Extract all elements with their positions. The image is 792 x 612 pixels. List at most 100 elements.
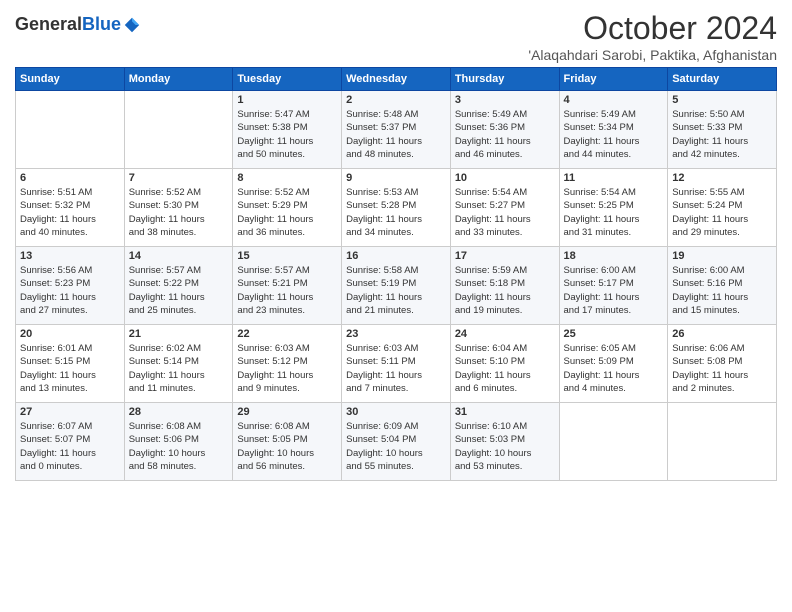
cell-line: and 0 minutes. bbox=[20, 460, 120, 473]
cell-line: Daylight: 11 hours bbox=[455, 291, 555, 304]
day-number: 15 bbox=[237, 250, 337, 262]
header-cell-tuesday: Tuesday bbox=[233, 68, 342, 91]
cell-line: Daylight: 10 hours bbox=[129, 447, 229, 460]
cell-line: Sunset: 5:24 PM bbox=[672, 199, 772, 212]
cell-line: Sunset: 5:11 PM bbox=[346, 355, 446, 368]
cell-line: Daylight: 11 hours bbox=[564, 291, 664, 304]
subtitle: 'Alaqahdari Sarobi, Paktika, Afghanistan bbox=[528, 47, 777, 63]
logo: GeneralBlue bbox=[15, 14, 141, 35]
cell-line: Sunset: 5:18 PM bbox=[455, 277, 555, 290]
cell-line: Sunset: 5:09 PM bbox=[564, 355, 664, 368]
day-number: 2 bbox=[346, 94, 446, 106]
calendar-cell: 15Sunrise: 5:57 AMSunset: 5:21 PMDayligh… bbox=[233, 247, 342, 325]
cell-line: Sunrise: 5:55 AM bbox=[672, 186, 772, 199]
calendar-cell: 21Sunrise: 6:02 AMSunset: 5:14 PMDayligh… bbox=[124, 325, 233, 403]
cell-line: and 19 minutes. bbox=[455, 304, 555, 317]
header-cell-saturday: Saturday bbox=[668, 68, 777, 91]
cell-line: and 40 minutes. bbox=[20, 226, 120, 239]
calendar-cell: 10Sunrise: 5:54 AMSunset: 5:27 PMDayligh… bbox=[450, 169, 559, 247]
calendar-cell bbox=[16, 91, 125, 169]
cell-line: Daylight: 11 hours bbox=[455, 213, 555, 226]
cell-line: Sunset: 5:12 PM bbox=[237, 355, 337, 368]
cell-line: and 27 minutes. bbox=[20, 304, 120, 317]
cell-line: and 56 minutes. bbox=[237, 460, 337, 473]
day-number: 26 bbox=[672, 328, 772, 340]
cell-line: Daylight: 11 hours bbox=[672, 213, 772, 226]
logo-icon bbox=[123, 16, 141, 34]
cell-line: Sunset: 5:19 PM bbox=[346, 277, 446, 290]
cell-line: Sunrise: 6:03 AM bbox=[237, 342, 337, 355]
cell-line: Sunrise: 6:06 AM bbox=[672, 342, 772, 355]
calendar-cell: 22Sunrise: 6:03 AMSunset: 5:12 PMDayligh… bbox=[233, 325, 342, 403]
cell-line: Sunrise: 6:00 AM bbox=[564, 264, 664, 277]
day-number: 20 bbox=[20, 328, 120, 340]
day-number: 9 bbox=[346, 172, 446, 184]
cell-line: Daylight: 11 hours bbox=[455, 135, 555, 148]
cell-line: and 21 minutes. bbox=[346, 304, 446, 317]
day-number: 11 bbox=[564, 172, 664, 184]
calendar-cell: 5Sunrise: 5:50 AMSunset: 5:33 PMDaylight… bbox=[668, 91, 777, 169]
calendar-cell: 30Sunrise: 6:09 AMSunset: 5:04 PMDayligh… bbox=[342, 403, 451, 481]
calendar-cell: 11Sunrise: 5:54 AMSunset: 5:25 PMDayligh… bbox=[559, 169, 668, 247]
cell-line: and 2 minutes. bbox=[672, 382, 772, 395]
cell-line: Sunset: 5:23 PM bbox=[20, 277, 120, 290]
cell-line: and 50 minutes. bbox=[237, 148, 337, 161]
cell-line: Sunset: 5:22 PM bbox=[129, 277, 229, 290]
calendar-cell: 8Sunrise: 5:52 AMSunset: 5:29 PMDaylight… bbox=[233, 169, 342, 247]
cell-line: Sunrise: 5:52 AM bbox=[129, 186, 229, 199]
cell-line: Sunrise: 6:04 AM bbox=[455, 342, 555, 355]
cell-line: and 9 minutes. bbox=[237, 382, 337, 395]
cell-line: Sunrise: 6:09 AM bbox=[346, 420, 446, 433]
header-cell-sunday: Sunday bbox=[16, 68, 125, 91]
cell-line: Daylight: 11 hours bbox=[129, 369, 229, 382]
cell-line: Daylight: 11 hours bbox=[20, 291, 120, 304]
cell-line: and 53 minutes. bbox=[455, 460, 555, 473]
title-block: October 2024 'Alaqahdari Sarobi, Paktika… bbox=[528, 10, 777, 63]
cell-line: Sunrise: 5:47 AM bbox=[237, 108, 337, 121]
day-number: 21 bbox=[129, 328, 229, 340]
cell-line: Daylight: 11 hours bbox=[20, 369, 120, 382]
calendar-cell bbox=[559, 403, 668, 481]
cell-line: Sunrise: 5:52 AM bbox=[237, 186, 337, 199]
day-number: 14 bbox=[129, 250, 229, 262]
day-number: 10 bbox=[455, 172, 555, 184]
cell-line: Sunrise: 6:07 AM bbox=[20, 420, 120, 433]
cell-line: Sunrise: 5:49 AM bbox=[455, 108, 555, 121]
cell-line: Daylight: 10 hours bbox=[455, 447, 555, 460]
calendar-cell: 13Sunrise: 5:56 AMSunset: 5:23 PMDayligh… bbox=[16, 247, 125, 325]
cell-line: Daylight: 11 hours bbox=[564, 135, 664, 148]
cell-line: Sunset: 5:06 PM bbox=[129, 433, 229, 446]
cell-line: Sunrise: 6:03 AM bbox=[346, 342, 446, 355]
cell-line: Daylight: 11 hours bbox=[564, 213, 664, 226]
cell-line: Sunset: 5:36 PM bbox=[455, 121, 555, 134]
cell-line: and 33 minutes. bbox=[455, 226, 555, 239]
cell-line: Daylight: 11 hours bbox=[237, 213, 337, 226]
cell-line: Sunset: 5:30 PM bbox=[129, 199, 229, 212]
calendar-cell: 27Sunrise: 6:07 AMSunset: 5:07 PMDayligh… bbox=[16, 403, 125, 481]
calendar-cell bbox=[668, 403, 777, 481]
cell-line: Daylight: 11 hours bbox=[237, 369, 337, 382]
day-number: 3 bbox=[455, 94, 555, 106]
cell-line: Daylight: 11 hours bbox=[237, 135, 337, 148]
header-cell-friday: Friday bbox=[559, 68, 668, 91]
cell-line: and 4 minutes. bbox=[564, 382, 664, 395]
calendar-cell bbox=[124, 91, 233, 169]
cell-line: and 17 minutes. bbox=[564, 304, 664, 317]
cell-line: Sunrise: 5:49 AM bbox=[564, 108, 664, 121]
cell-line: Sunset: 5:10 PM bbox=[455, 355, 555, 368]
cell-line: Sunset: 5:38 PM bbox=[237, 121, 337, 134]
cell-line: Sunrise: 5:54 AM bbox=[564, 186, 664, 199]
cell-line: Daylight: 10 hours bbox=[346, 447, 446, 460]
cell-line: and 55 minutes. bbox=[346, 460, 446, 473]
cell-line: Sunrise: 5:51 AM bbox=[20, 186, 120, 199]
header: GeneralBlue October 2024 'Alaqahdari Sar… bbox=[15, 10, 777, 63]
day-number: 18 bbox=[564, 250, 664, 262]
calendar-cell: 31Sunrise: 6:10 AMSunset: 5:03 PMDayligh… bbox=[450, 403, 559, 481]
day-number: 31 bbox=[455, 406, 555, 418]
cell-line: Daylight: 11 hours bbox=[346, 135, 446, 148]
cell-line: Daylight: 11 hours bbox=[20, 447, 120, 460]
cell-line: and 31 minutes. bbox=[564, 226, 664, 239]
week-row: 13Sunrise: 5:56 AMSunset: 5:23 PMDayligh… bbox=[16, 247, 777, 325]
calendar-cell: 18Sunrise: 6:00 AMSunset: 5:17 PMDayligh… bbox=[559, 247, 668, 325]
week-row: 1Sunrise: 5:47 AMSunset: 5:38 PMDaylight… bbox=[16, 91, 777, 169]
